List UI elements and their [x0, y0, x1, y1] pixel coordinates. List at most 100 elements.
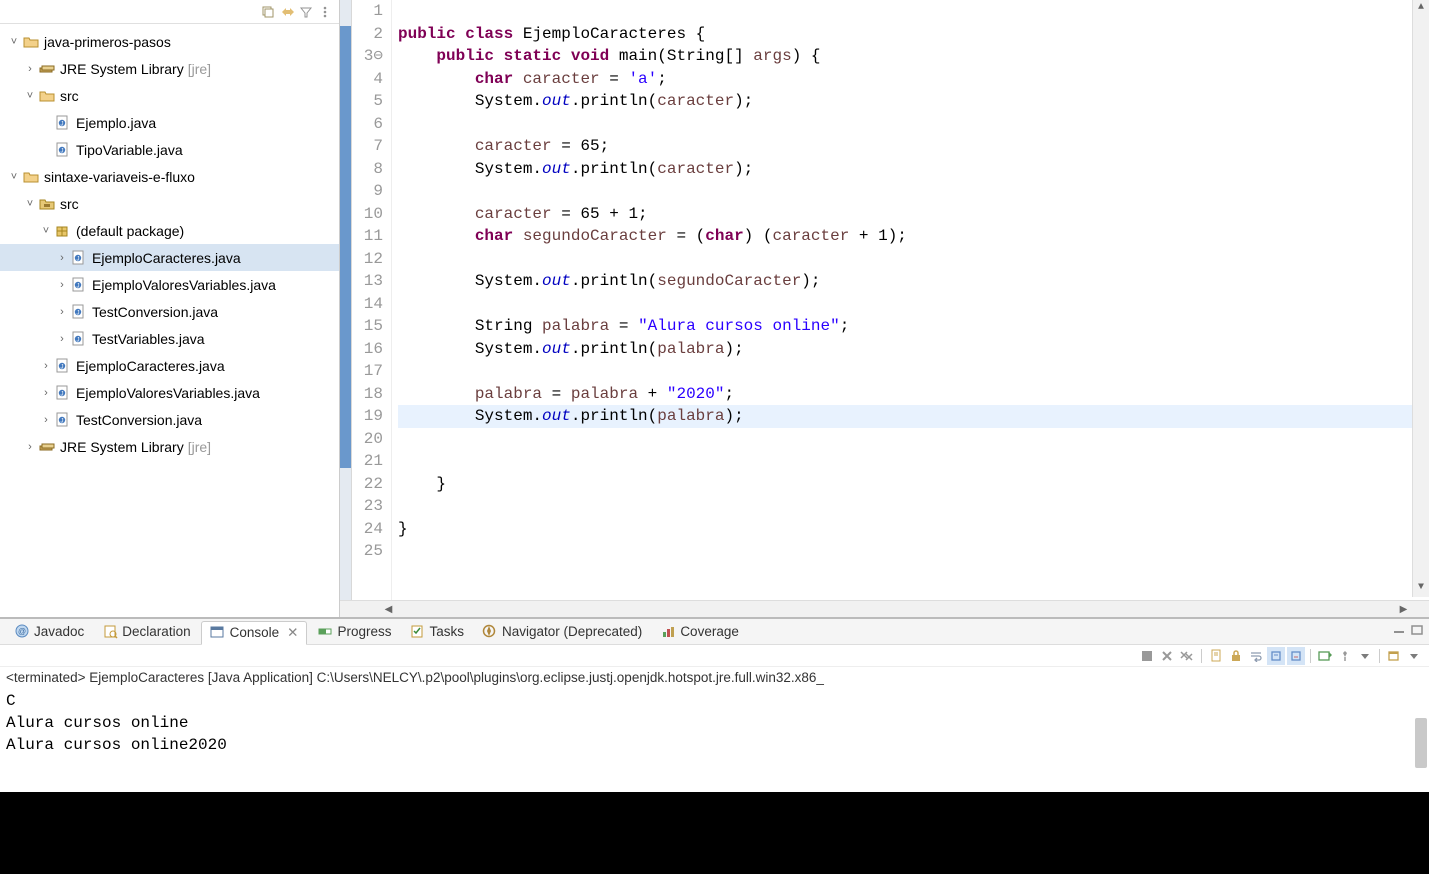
tree-item[interactable]: ›JTestConversion.java: [0, 298, 339, 325]
code-line[interactable]: palabra = palabra + "2020";: [398, 383, 1429, 406]
code-line[interactable]: caracter = 65 + 1;: [398, 203, 1429, 226]
twisty-icon[interactable]: ›: [38, 414, 54, 426]
console-scroll-thumb[interactable]: [1415, 718, 1427, 768]
code-line[interactable]: [398, 450, 1429, 473]
terminate-icon[interactable]: [1138, 647, 1156, 665]
twisty-icon[interactable]: ˅: [6, 171, 22, 183]
code-line[interactable]: }: [398, 473, 1429, 496]
code-line[interactable]: System.out.println(palabra);: [398, 338, 1429, 361]
tree-item-label: src: [60, 196, 79, 212]
filter-icon[interactable]: [298, 4, 314, 20]
code-line[interactable]: }: [398, 518, 1429, 541]
twisty-icon[interactable]: ›: [54, 333, 70, 345]
tree-item[interactable]: ›JRE System Library[jre]: [0, 433, 339, 460]
code-line[interactable]: System.out.println(caracter);: [398, 158, 1429, 181]
tree-item[interactable]: JTipoVariable.java: [0, 136, 339, 163]
scroll-down-icon[interactable]: ▼: [1413, 580, 1429, 597]
twisty-icon[interactable]: ›: [38, 387, 54, 399]
code-line[interactable]: [398, 540, 1429, 563]
tab-label: Coverage: [680, 624, 739, 639]
tree-item[interactable]: ›JEjemploCaracteres.java: [0, 352, 339, 379]
tree-item[interactable]: ›JRE System Library[jre]: [0, 55, 339, 82]
project-tree[interactable]: ˅java-primeros-pasos›JRE System Library[…: [0, 24, 339, 617]
twisty-icon[interactable]: ›: [54, 279, 70, 291]
code-line[interactable]: [398, 248, 1429, 271]
tab-label: Declaration: [122, 624, 190, 639]
tab-declaration[interactable]: Declaration: [94, 620, 198, 644]
tree-item[interactable]: ›JTestConversion.java: [0, 406, 339, 433]
scroll-right-icon[interactable]: ▶: [1395, 601, 1412, 617]
twisty-icon[interactable]: ›: [54, 306, 70, 318]
twisty-icon[interactable]: ›: [22, 63, 38, 75]
tree-item[interactable]: ›JEjemploValoresVariables.java: [0, 379, 339, 406]
tree-item[interactable]: ›JTestVariables.java: [0, 325, 339, 352]
new-console-dropdown-icon[interactable]: [1405, 647, 1423, 665]
code-line[interactable]: [398, 293, 1429, 316]
pin-console-icon[interactable]: [1336, 647, 1354, 665]
code-line[interactable]: System.out.println(segundoCaracter);: [398, 270, 1429, 293]
code-line[interactable]: [398, 495, 1429, 518]
tree-item-label: (default package): [76, 223, 184, 239]
code-line[interactable]: [398, 180, 1429, 203]
maximize-view-icon[interactable]: [1409, 622, 1425, 638]
tree-item[interactable]: ˅ (default package): [0, 217, 339, 244]
console-output[interactable]: CAlura cursos onlineAlura cursos online2…: [0, 688, 1429, 792]
horizontal-scrollbar[interactable]: ◀ ▶: [340, 600, 1429, 617]
tree-item[interactable]: ˅ src: [0, 190, 339, 217]
tree-item[interactable]: ˅ src: [0, 82, 339, 109]
close-icon[interactable]: ✕: [287, 625, 298, 641]
tree-item[interactable]: ›JEjemploValoresVariables.java: [0, 271, 339, 298]
show-on-err-icon[interactable]: [1287, 647, 1305, 665]
scroll-up-icon[interactable]: ▲: [1413, 0, 1429, 17]
new-console-icon[interactable]: [1385, 647, 1403, 665]
link-editor-icon[interactable]: [279, 4, 295, 20]
twisty-icon[interactable]: ˅: [6, 36, 22, 48]
code-line[interactable]: public class EjemploCaracteres {: [398, 23, 1429, 46]
code-line[interactable]: [398, 360, 1429, 383]
code-line[interactable]: System.out.println(caracter);: [398, 90, 1429, 113]
tree-item[interactable]: JEjemplo.java: [0, 109, 339, 136]
code-line[interactable]: [398, 0, 1429, 23]
tab-tasks[interactable]: Tasks: [401, 620, 472, 644]
tree-item[interactable]: ˅sintaxe-variaveis-e-fluxo: [0, 163, 339, 190]
code-line[interactable]: caracter = 65;: [398, 135, 1429, 158]
code-line[interactable]: public static void main(String[] args) {: [398, 45, 1429, 68]
open-console-icon[interactable]: [1316, 647, 1334, 665]
twisty-icon[interactable]: ˅: [38, 225, 54, 237]
tab-coverage[interactable]: Coverage: [652, 620, 747, 644]
vertical-scrollbar[interactable]: ▲ ▼: [1412, 0, 1429, 597]
twisty-icon[interactable]: ›: [22, 441, 38, 453]
line-number: 11: [352, 225, 383, 248]
view-menu-icon[interactable]: [317, 4, 333, 20]
code-line[interactable]: String palabra = "Alura cursos online";: [398, 315, 1429, 338]
minimize-view-icon[interactable]: [1391, 622, 1407, 638]
tab-console[interactable]: Console✕: [201, 621, 308, 645]
tab-navigator-deprecated-[interactable]: Navigator (Deprecated): [474, 620, 650, 644]
display-dropdown-icon[interactable]: [1356, 647, 1374, 665]
code-line[interactable]: [398, 428, 1429, 451]
scroll-lock-icon[interactable]: [1227, 647, 1245, 665]
code-area[interactable]: public class EjemploCaracteres { public …: [392, 0, 1429, 600]
tree-item-label: src: [60, 88, 79, 104]
twisty-icon[interactable]: ›: [54, 252, 70, 264]
tab-progress[interactable]: Progress: [309, 620, 399, 644]
tab-label: Tasks: [429, 624, 464, 639]
code-line[interactable]: char segundoCaracter = (char) (caracter …: [398, 225, 1429, 248]
show-on-out-icon[interactable]: [1267, 647, 1285, 665]
twisty-icon[interactable]: ˅: [22, 198, 38, 210]
line-number: 24: [352, 518, 383, 541]
collapse-all-icon[interactable]: [260, 4, 276, 20]
code-line[interactable]: [398, 113, 1429, 136]
remove-launch-icon[interactable]: [1158, 647, 1176, 665]
tree-item[interactable]: ›JEjemploCaracteres.java: [0, 244, 339, 271]
tab-javadoc[interactable]: @Javadoc: [6, 620, 92, 644]
twisty-icon[interactable]: ›: [38, 360, 54, 372]
remove-all-icon[interactable]: [1178, 647, 1196, 665]
word-wrap-icon[interactable]: [1247, 647, 1265, 665]
code-line[interactable]: System.out.println(palabra);: [398, 405, 1429, 428]
clear-console-icon[interactable]: [1207, 647, 1225, 665]
tree-item[interactable]: ˅java-primeros-pasos: [0, 28, 339, 55]
code-line[interactable]: char caracter = 'a';: [398, 68, 1429, 91]
twisty-icon[interactable]: ˅: [22, 90, 38, 102]
scroll-left-icon[interactable]: ◀: [380, 601, 397, 617]
